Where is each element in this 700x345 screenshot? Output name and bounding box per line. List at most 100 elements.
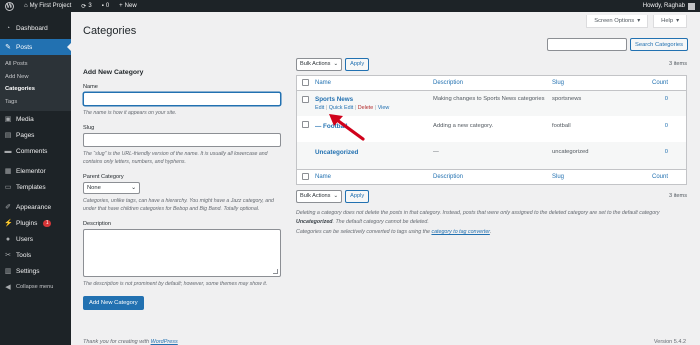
page-title: Categories bbox=[83, 25, 137, 37]
search-categories-button[interactable]: Search Categories bbox=[629, 38, 688, 51]
wordpress-icon: W bbox=[5, 1, 14, 11]
admin-sidebar: ◔ Dashboard ✎ Posts All Posts Add New Cate… bbox=[0, 12, 71, 345]
sidebar-item-label: Templates bbox=[16, 183, 46, 191]
help-button[interactable]: Help ▾ bbox=[653, 15, 687, 28]
separator: | bbox=[325, 105, 328, 111]
slug-label: Slug bbox=[83, 124, 95, 131]
parent-value: None bbox=[87, 184, 101, 191]
submenu-tags[interactable]: Tags bbox=[0, 96, 71, 109]
sidebar-item-label: Appearance bbox=[16, 203, 52, 211]
quick-edit-link[interactable]: Quick Edit bbox=[329, 105, 354, 111]
count-cell[interactable]: 0 bbox=[632, 90, 687, 116]
sidebar-item-elementor[interactable]: ▦ Elementor bbox=[0, 163, 71, 179]
tablenav-top: Bulk Actions ⌄ Apply 3 items bbox=[296, 57, 687, 71]
apply-button[interactable]: Apply bbox=[345, 189, 370, 203]
count-cell[interactable]: 0 bbox=[632, 142, 687, 170]
wordpress-link[interactable]: WordPress bbox=[151, 339, 178, 345]
row-checkbox-cell bbox=[296, 90, 312, 116]
site-name-link[interactable]: ⌂ My First Project bbox=[19, 0, 76, 12]
select-all-checkbox[interactable] bbox=[302, 172, 309, 180]
slug-help: The “slug” is the URL-friendly version o… bbox=[83, 150, 268, 166]
select-all-checkbox[interactable] bbox=[302, 78, 309, 86]
updates-link[interactable]: ⟳ 3 bbox=[76, 0, 96, 12]
caret-down-icon: ▾ bbox=[676, 18, 679, 24]
search-box: Search Categories bbox=[546, 38, 688, 51]
sidebar-item-label: Collapse menu bbox=[16, 284, 54, 290]
bulk-actions-select[interactable]: Bulk Actions ⌄ bbox=[296, 189, 343, 203]
tablenav-bottom: Bulk Actions ⌄ Apply 3 items bbox=[296, 189, 687, 203]
sidebar-item-tools[interactable]: ✂ Tools bbox=[0, 247, 71, 263]
sidebar-item-label: Settings bbox=[16, 267, 40, 275]
wordpress-logo[interactable]: W bbox=[0, 0, 19, 12]
select-all-cell bbox=[296, 75, 312, 91]
column-description[interactable]: Description bbox=[430, 169, 549, 185]
sidebar-item-templates[interactable]: ▭ Templates bbox=[0, 179, 71, 195]
new-content-link[interactable]: + New bbox=[114, 0, 142, 12]
description-cell: Making changes to Sports News categories bbox=[430, 90, 549, 116]
sidebar-item-collapse[interactable]: ◀ Collapse menu bbox=[0, 279, 71, 295]
posts-submenu: All Posts Add New Categories Tags bbox=[0, 55, 71, 111]
select-all-cell bbox=[296, 169, 312, 185]
submenu-all-posts[interactable]: All Posts bbox=[0, 58, 71, 71]
column-name[interactable]: Name bbox=[312, 75, 430, 91]
name-cell: — Football bbox=[312, 116, 430, 142]
sidebar-item-comments[interactable]: ▬ Comments bbox=[0, 143, 71, 159]
new-label: New bbox=[124, 3, 137, 9]
home-icon: ⌂ bbox=[24, 3, 28, 9]
row-checkbox[interactable] bbox=[302, 96, 309, 103]
sidebar-item-settings[interactable]: ▥ Settings bbox=[0, 263, 71, 279]
name-label: Name bbox=[83, 84, 98, 90]
row-checkbox[interactable] bbox=[302, 121, 309, 128]
column-count[interactable]: Count bbox=[632, 169, 687, 185]
sidebar-item-media[interactable]: ▣ Media bbox=[0, 111, 71, 127]
column-count[interactable]: Count bbox=[632, 75, 687, 91]
screen-options-button[interactable]: Screen Options ▾ bbox=[586, 15, 649, 28]
converter-note: Categories can be selectively converted … bbox=[296, 228, 687, 237]
sidebar-item-appearance[interactable]: ✐ Appearance bbox=[0, 199, 71, 215]
chevron-down-icon: ⌄ bbox=[333, 61, 339, 67]
row-actions: Edit | Quick Edit | Delete | View bbox=[315, 105, 427, 111]
description-textarea[interactable] bbox=[83, 228, 281, 277]
column-slug[interactable]: Slug bbox=[549, 75, 632, 91]
converter-link[interactable]: category to tag converter bbox=[431, 229, 489, 235]
bulk-actions-label: Bulk Actions bbox=[300, 193, 331, 199]
bulk-actions-select[interactable]: Bulk Actions ⌄ bbox=[296, 57, 343, 71]
sidebar-item-label: Users bbox=[16, 235, 33, 243]
separator: | bbox=[354, 105, 357, 111]
table-row: Sports News Edit | Quick Edit | Delete |… bbox=[296, 90, 687, 116]
comments-link[interactable]: ▪ 0 bbox=[97, 0, 114, 12]
search-input[interactable] bbox=[546, 38, 627, 51]
delete-note-text-end: . The default category cannot be deleted… bbox=[332, 218, 429, 225]
view-link[interactable]: View bbox=[378, 105, 390, 111]
table-row: Uncategorized — uncategorized 0 bbox=[296, 142, 687, 170]
site-name: My First Project bbox=[29, 3, 72, 9]
categories-list: Bulk Actions ⌄ Apply 3 items Name Descrip… bbox=[296, 57, 687, 237]
sidebar-item-plugins[interactable]: ⚡ Plugins 1 bbox=[0, 215, 71, 231]
sidebar-item-pages[interactable]: ▤ Pages bbox=[0, 127, 71, 143]
my-account[interactable]: Howdy, Raghab bbox=[643, 2, 700, 10]
name-field[interactable] bbox=[83, 92, 281, 106]
count-cell[interactable]: 0 bbox=[632, 116, 687, 142]
apply-button[interactable]: Apply bbox=[345, 57, 370, 71]
items-count: 3 items bbox=[668, 193, 687, 199]
column-description[interactable]: Description bbox=[430, 75, 549, 91]
sidebar-item-posts[interactable]: ✎ Posts bbox=[0, 39, 71, 55]
column-name[interactable]: Name bbox=[312, 169, 430, 185]
sidebar-item-label: Media bbox=[16, 115, 34, 123]
row-title-link[interactable]: — Football bbox=[315, 123, 427, 130]
submenu-categories[interactable]: Categories bbox=[0, 83, 71, 96]
parent-select[interactable]: None ⌄ bbox=[83, 181, 140, 194]
sidebar-item-dashboard[interactable]: ◔ Dashboard bbox=[0, 20, 71, 36]
default-category-name: Uncategorized bbox=[296, 218, 333, 225]
comment-bubble-icon: ▪ bbox=[101, 3, 104, 9]
edit-link[interactable]: Edit bbox=[315, 105, 324, 111]
add-new-category-button[interactable]: Add New Category bbox=[83, 296, 144, 310]
row-title-link[interactable]: Sports News bbox=[315, 96, 427, 103]
table-footer-row: Name Description Slug Count bbox=[296, 169, 687, 185]
slug-field[interactable] bbox=[83, 132, 281, 147]
submenu-add-new[interactable]: Add New bbox=[0, 71, 71, 84]
row-title-link[interactable]: Uncategorized bbox=[315, 149, 427, 156]
delete-link[interactable]: Delete bbox=[358, 105, 374, 111]
sidebar-item-users[interactable]: ● Users bbox=[0, 231, 71, 247]
column-slug[interactable]: Slug bbox=[549, 169, 632, 185]
